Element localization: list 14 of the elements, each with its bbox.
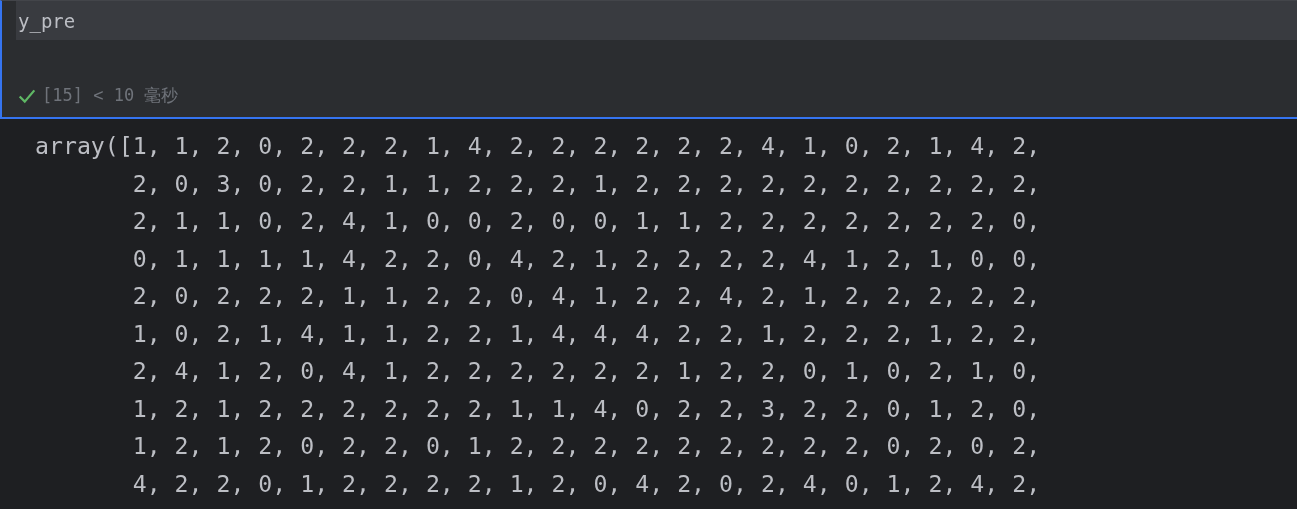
output-line: 2, 1, 1, 0, 2, 4, 1, 0, 0, 2, 0, 0, 1, 1, 2, 2, 2, 2, 2, 2, 2, 0, xyxy=(131,206,1041,236)
execution-time: [15] < 10 毫秒 xyxy=(42,84,179,107)
output-line: 2, 0, 2, 2, 2, 1, 1, 2, 2, 0, 4, 1, 2, 2, 4, 2, 1, 2, 2, 2, 2, 2, xyxy=(131,281,1041,311)
output-line: 1, 2, 1, 2, 2, 2, 2, 2, 2, 1, 1, 4, 0, 2, 2, 3, 2, 2, 0, 1, 2, 0, xyxy=(131,393,1041,424)
output-line: 0, 1, 1, 1, 1, 4, 2, 2, 0, 4, 2, 1, 2, 2, 2, 2, 4, 1, 2, 1, 0, 0, xyxy=(131,243,1041,274)
output-line: 2, 4, 1, 2, 0, 4, 1, 2, 2, 2, 2, 2, 2, 1, 2, 2, 0, 1, 0, 2, 1, 0, xyxy=(131,356,1041,386)
code-text: y_pre xyxy=(18,9,76,32)
output-line: 4, 2, 2, 0, 1, 2, 2, 2, 2, 1, 2, 0, 4, 2, 0, 2, 4, 0, 1, 2, 4, 2, xyxy=(131,468,1041,499)
code-editor[interactable]: y_pre xyxy=(16,1,1297,40)
output-line: 1, 2, 1, 2, 0, 2, 2, 0, 1, 2, 2, 2, 2, 2, 2, 2, 2, 2, 0, 2, 0, 2, xyxy=(131,431,1041,461)
code-cell[interactable]: y_pre [15] < 10 毫秒 xyxy=(0,0,1297,119)
output-line: 2, 0, 3, 0, 2, 2, 1, 1, 2, 2, 2, 1, 2, 2, 2, 2, 2, 2, 2, 2, 2, 2, xyxy=(131,168,1041,199)
output-line: array([1, 1, 2, 0, 2, 2, 2, 1, 4, 2, 2, 2, 2, 2, 2, 4, 1, 0, 2, 1, 4, 2, xyxy=(35,131,1042,161)
output-line: 1, 0, 2, 1, 4, 1, 1, 2, 2, 1, 4, 4, 4, 2, 2, 1, 2, 2, 2, 1, 2, 2, xyxy=(131,318,1041,349)
